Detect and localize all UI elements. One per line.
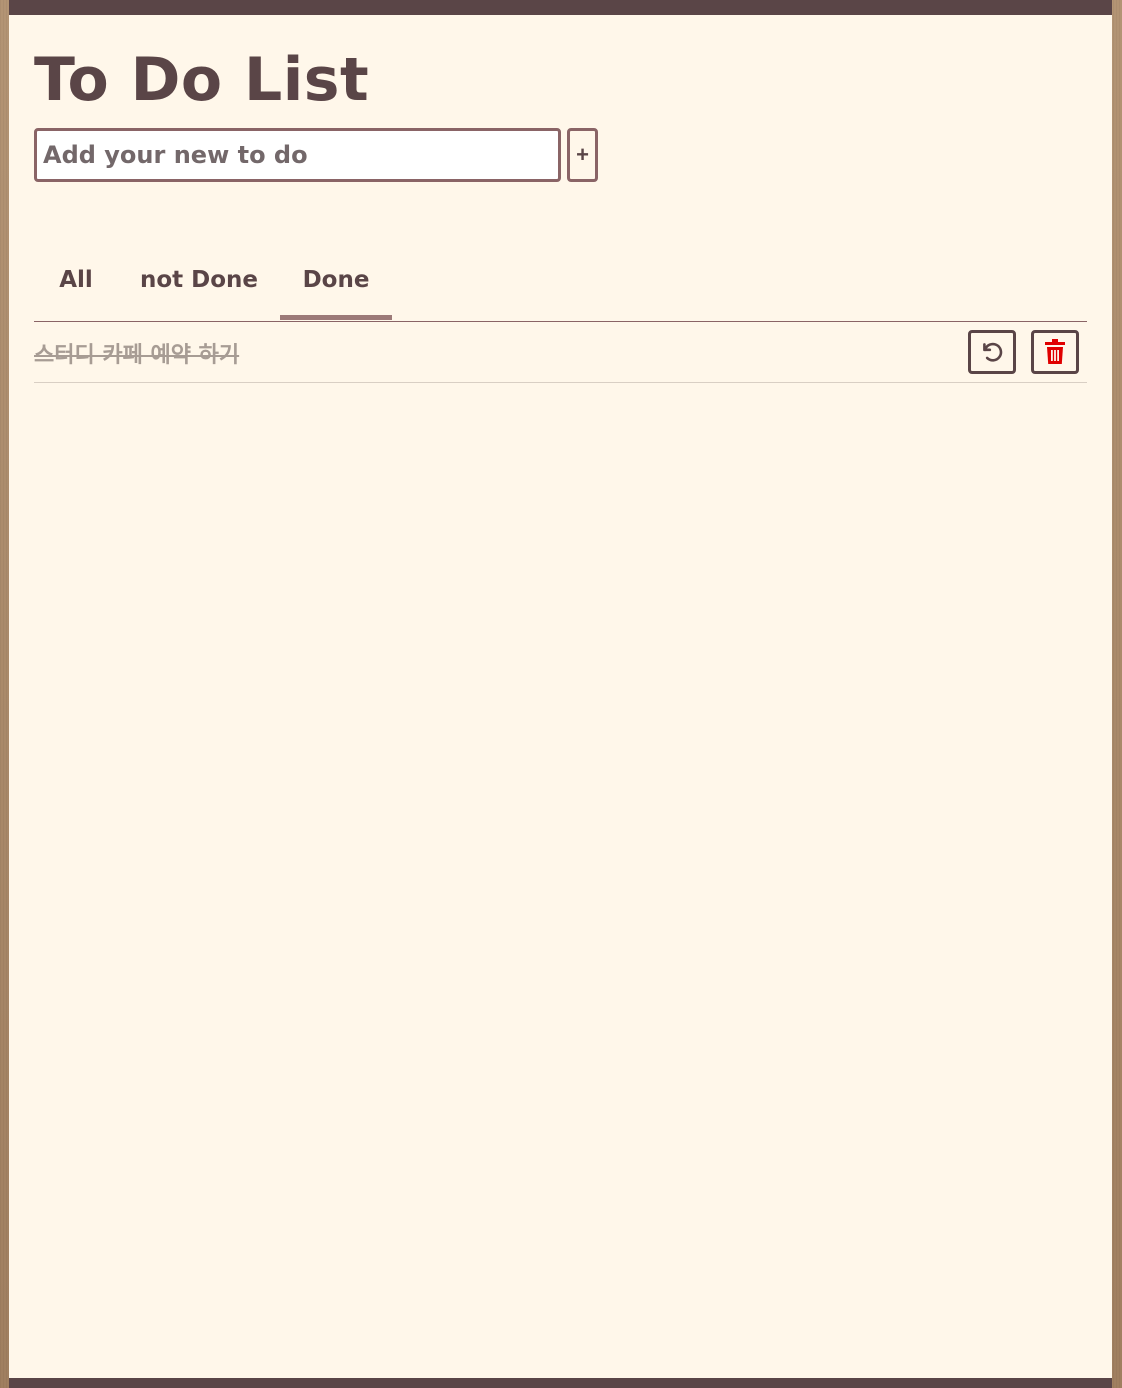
delete-button[interactable]	[1031, 330, 1079, 374]
filter-tabs: All not Done Done	[34, 240, 1087, 322]
task-text: 스터디 카페 예약 하기	[34, 343, 240, 368]
task-item: 스터디 카페 예약 하기	[34, 322, 1087, 383]
add-task-button[interactable]: +	[567, 128, 598, 182]
todo-app: To Do List + All not Done Done 스터디 카페 예약…	[9, 0, 1112, 1388]
trash-icon	[1045, 339, 1065, 364]
undo-icon	[983, 342, 1003, 362]
active-tab-indicator	[280, 315, 392, 320]
page-title: To Do List	[34, 45, 370, 115]
tab-done[interactable]: Done	[280, 240, 392, 319]
new-task-input[interactable]	[34, 128, 561, 182]
undo-button[interactable]	[968, 330, 1016, 374]
tab-not-done[interactable]: not Done	[118, 240, 280, 319]
tab-all[interactable]: All	[34, 240, 118, 319]
